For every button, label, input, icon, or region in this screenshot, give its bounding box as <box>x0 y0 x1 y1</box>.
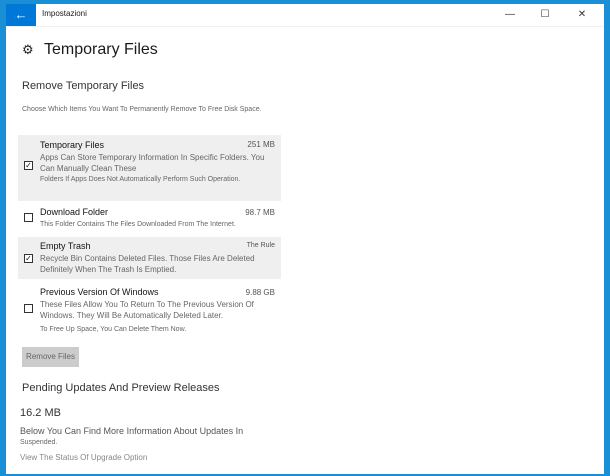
checkbox-download-folder[interactable] <box>24 213 33 222</box>
item-name: Empty Trash <box>40 241 91 251</box>
item-size: 9.88 GB <box>245 288 275 297</box>
item-description: Recycle Bin Contains Deleted Files. Thos… <box>40 254 255 274</box>
list-item-previous-windows[interactable]: Previous Version Of Windows 9.88 GB Thes… <box>18 283 281 339</box>
checkbox-empty-trash[interactable]: ✓ <box>24 254 33 263</box>
title-bar: ← Impostazioni — ☐ ✕ <box>6 4 604 27</box>
pending-updates-subtext: Suspended. <box>20 439 58 446</box>
gear-icon: ⚙ <box>22 42 34 57</box>
item-name: Previous Version Of Windows <box>40 287 159 297</box>
maximize-icon[interactable]: ☐ <box>529 4 561 26</box>
item-size: The Rule <box>246 242 275 249</box>
back-arrow-icon[interactable]: ← <box>6 4 36 26</box>
pending-updates-title: Pending Updates And Preview Releases <box>22 382 220 394</box>
minimize-icon[interactable]: — <box>494 4 526 26</box>
item-name: Temporary Files <box>40 140 105 150</box>
item-description: These Files Allow You To Return To The P… <box>40 300 254 320</box>
item-description-extra: Folders If Apps Does Not Automatically P… <box>40 176 241 183</box>
section-title: Remove Temporary Files <box>22 80 145 92</box>
list-item-download-folder[interactable]: Download Folder 98.7 MB This Folder Cont… <box>18 203 281 235</box>
app-title: Impostazioni <box>42 9 87 18</box>
item-description: Apps Can Store Temporary Information In … <box>40 153 265 173</box>
instruction-text: Choose Which Items You Want To Permanent… <box>22 106 262 113</box>
item-name: Download Folder <box>40 207 109 217</box>
list-item-temporary-files[interactable]: ✓ Temporary Files 251 MB Apps Can Store … <box>18 135 281 201</box>
close-icon[interactable]: ✕ <box>566 4 598 26</box>
remove-files-button[interactable]: Remove Files <box>22 347 79 367</box>
item-description-extra: To Free Up Space, You Can Delete Them No… <box>40 326 187 333</box>
item-size: 251 MB <box>247 140 275 149</box>
item-size: 98.7 MB <box>245 208 275 217</box>
page-title: Temporary Files <box>44 41 158 58</box>
checkbox-temporary-files[interactable]: ✓ <box>24 161 33 170</box>
pending-updates-text: Below You Can Find More Information Abou… <box>20 426 244 436</box>
item-description: This Folder Contains The Files Downloade… <box>40 221 236 228</box>
view-status-link[interactable]: View The Status Of Upgrade Option <box>20 453 147 462</box>
checkbox-previous-windows[interactable] <box>24 304 33 313</box>
list-item-empty-trash[interactable]: ✓ Empty Trash The Rule Recycle Bin Conta… <box>18 237 281 279</box>
pending-updates-size: 16.2 MB <box>20 407 61 419</box>
settings-window: ← Impostazioni — ☐ ✕ ⚙ Temporary Files R… <box>6 4 604 474</box>
